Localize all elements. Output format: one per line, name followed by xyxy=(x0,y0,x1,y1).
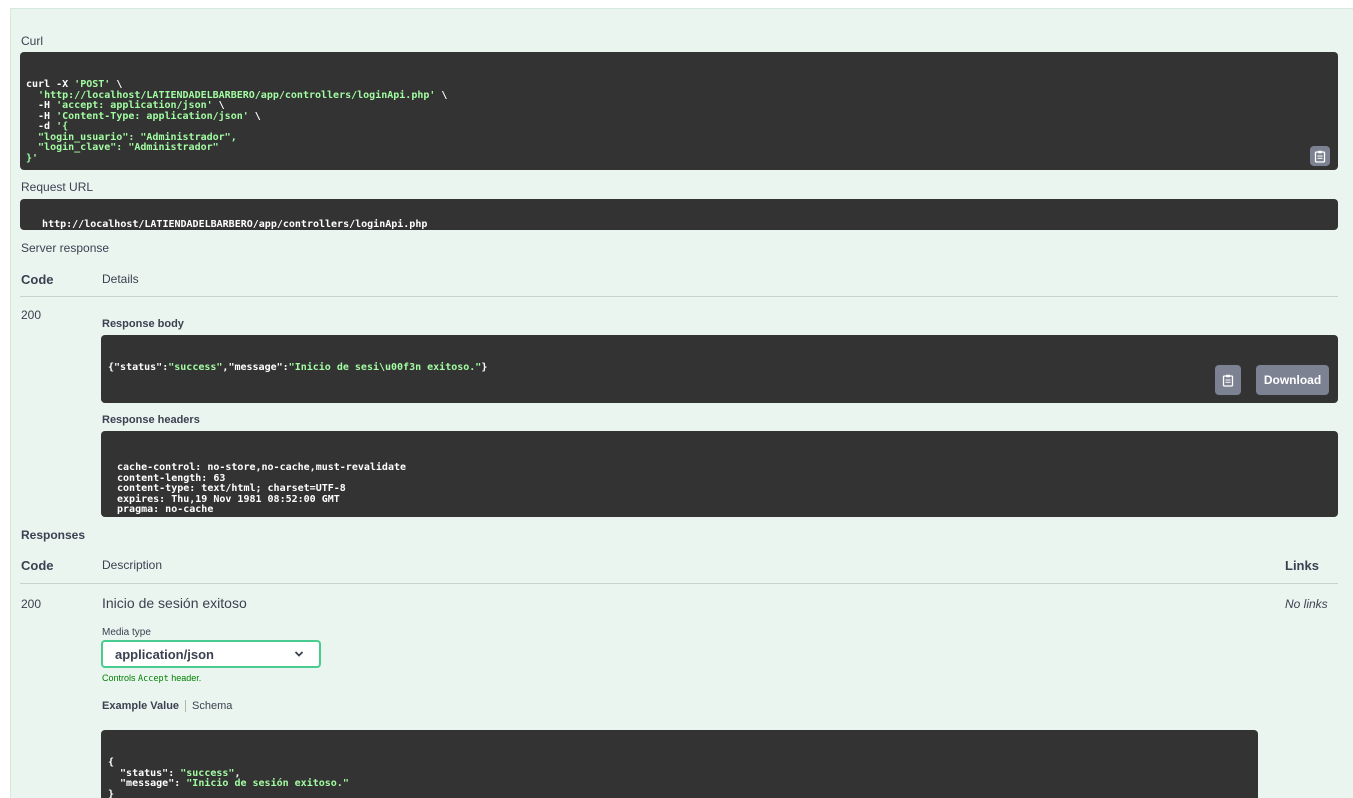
response-body-label: Response body xyxy=(102,318,184,330)
code-string-token: '{ xyxy=(56,121,69,132)
code-string-token: "Inicio de sesi\u00f3n exitoso." xyxy=(288,362,482,373)
controls-code: Accept xyxy=(138,674,169,684)
response-header-line: content-type: text/html; charset=UTF-8 xyxy=(111,483,352,494)
code-string-token: "login_clave": "Administrador" xyxy=(26,142,219,153)
tab-separator xyxy=(185,700,187,712)
response-headers-lines: cache-control: no-store,no-cache,must-re… xyxy=(111,462,1328,516)
code-line: }' xyxy=(26,152,1332,165)
curl-code-block[interactable]: curl -X 'POST' \ 'http://localhost/LATIE… xyxy=(20,52,1338,170)
response-header-line: expires: Thu,19 Nov 1981 08:52:00 GMT xyxy=(111,493,346,505)
code-line: { xyxy=(108,757,1251,769)
controls-accept-note: Controls Accept header. xyxy=(102,673,201,684)
response-header-line: pragma: no-cache xyxy=(111,504,220,515)
code-line: "message": "Inicio de sesión exitoso." xyxy=(108,778,1251,790)
copy-curl-button[interactable] xyxy=(1310,146,1330,166)
code-token: -H xyxy=(26,100,57,111)
code-token: curl -X xyxy=(26,79,75,90)
code-token: "status": xyxy=(108,767,181,779)
code-token: } xyxy=(108,788,115,798)
code-token: \ xyxy=(435,89,448,101)
code-line: "login_clave": "Administrador" xyxy=(26,142,1332,154)
code-string-token: 'http://localhost/LATIENDADELBARBERO/app… xyxy=(38,89,436,101)
request-url-code[interactable]: http://localhost/LATIENDADELBARBERO/app/… xyxy=(20,199,1338,230)
code-token: "status" xyxy=(114,362,163,373)
responses-description-header: Description xyxy=(102,558,163,572)
response-description: Inicio de sesión exitoso xyxy=(102,595,247,611)
code-string-token: 'accept: application/json' xyxy=(56,100,213,111)
code-string-token: 'POST' xyxy=(74,79,111,90)
code-token: -H xyxy=(26,110,57,122)
server-response-label: Server response xyxy=(21,241,110,255)
clipboard-copy-icon xyxy=(1314,150,1326,163)
code-string-token: "login_usuario": "Administrador", xyxy=(26,131,237,143)
copy-response-button[interactable] xyxy=(1215,365,1241,395)
curl-label: Curl xyxy=(21,34,44,48)
code-string-token: 'Content-Type: application/json' xyxy=(56,110,249,122)
code-string-token: }' xyxy=(26,152,39,164)
code-token: \ xyxy=(248,110,261,122)
controls-suffix: header. xyxy=(168,673,202,683)
media-type-select[interactable]: application/json xyxy=(101,640,321,668)
response-body-code[interactable]: {"status":"success","message":"Inicio de… xyxy=(101,335,1338,403)
example-value-lines: { "status": "success", "message": "Inici… xyxy=(108,757,1251,798)
request-url-value: http://localhost/LATIENDADELBARBERO/app/… xyxy=(42,218,428,230)
responses-code-header: Code xyxy=(21,558,54,573)
clipboard-copy-icon xyxy=(1222,374,1234,387)
code-token: \ xyxy=(110,79,123,90)
tab-schema[interactable]: Schema xyxy=(192,700,232,712)
controls-prefix: Controls xyxy=(102,673,139,683)
media-type-label: Media type xyxy=(102,627,151,638)
code-line: -H 'Content-Type: application/json' \ xyxy=(26,110,1332,123)
code-line: "login_usuario": "Administrador", xyxy=(26,131,1332,144)
response-headers-code[interactable]: cache-control: no-store,no-cache,must-re… xyxy=(101,431,1338,517)
response-header-line: cache-control: no-store,no-cache,must-re… xyxy=(111,462,413,473)
code-token: "message": xyxy=(108,778,187,789)
code-string-token: "success" xyxy=(180,767,235,779)
responses-links-header: Links xyxy=(1285,558,1319,573)
tab-example-value[interactable]: Example Value xyxy=(102,700,179,712)
example-value-code[interactable]: { "status": "success", "message": "Inici… xyxy=(101,730,1258,798)
response-headers-label: Response headers xyxy=(102,414,200,426)
code-token: \ xyxy=(212,100,225,111)
code-line: } xyxy=(108,788,1251,798)
media-type-selected-value: application/json xyxy=(115,646,214,662)
code-token: -d xyxy=(26,121,57,132)
download-button[interactable]: Download xyxy=(1256,365,1329,395)
no-links-text: No links xyxy=(1285,597,1328,611)
request-url-label: Request URL xyxy=(21,180,94,194)
response-body-line: {"status":"success","message":"Inicio de… xyxy=(108,362,1331,374)
example-tabs: Example Value Schema xyxy=(102,700,232,712)
code-string-token: "success" xyxy=(168,362,223,373)
code-token: { xyxy=(108,757,115,768)
code-token: } xyxy=(481,362,488,373)
responses-label: Responses xyxy=(21,528,86,542)
divider xyxy=(20,296,1338,297)
divider xyxy=(20,583,1338,584)
server-response-code-header: Code xyxy=(21,272,54,287)
server-response-details-header: Details xyxy=(102,272,139,286)
code-string-token: "Inicio de sesión exitoso." xyxy=(186,778,349,789)
code-token: "message" xyxy=(228,362,283,373)
curl-code-lines: curl -X 'POST' \ 'http://localhost/LATIE… xyxy=(26,79,1332,165)
chevron-down-icon xyxy=(294,651,304,657)
server-response-code: 200 xyxy=(21,308,42,322)
responses-code: 200 xyxy=(21,597,42,611)
code-token: , xyxy=(234,767,241,779)
